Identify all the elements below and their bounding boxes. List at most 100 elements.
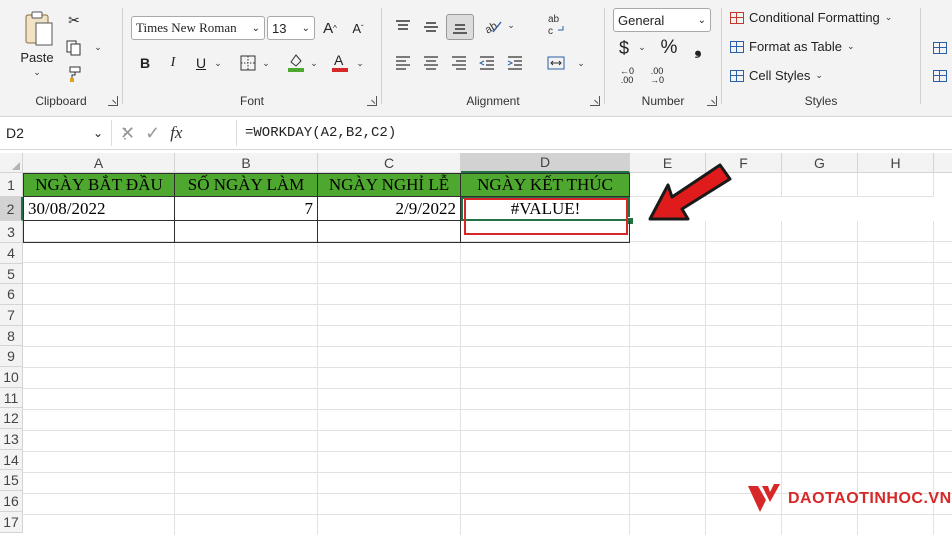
format-painter-icon[interactable] bbox=[64, 64, 84, 84]
delete-cells-icon[interactable] bbox=[930, 66, 950, 86]
number-format-value: General bbox=[618, 12, 665, 28]
align-bottom-icon[interactable] bbox=[446, 14, 474, 40]
decrease-font-size-icon[interactable]: Aˇ bbox=[347, 16, 369, 40]
underline-dropdown-icon[interactable]: ⌄ bbox=[213, 56, 223, 70]
column-header-a[interactable]: A bbox=[23, 153, 175, 173]
alignment-launcher-icon[interactable] bbox=[590, 96, 600, 106]
row-header-8[interactable]: 8 bbox=[0, 326, 23, 346]
fill-color-dropdown-icon[interactable]: ⌄ bbox=[309, 56, 319, 70]
row-header-5[interactable]: 5 bbox=[0, 264, 23, 284]
cell-c1[interactable]: NGÀY NGHỈ LỄ bbox=[318, 173, 461, 197]
currency-button[interactable]: $ bbox=[615, 36, 633, 60]
watermark-brand-text: DAOTAOTINHOC.VN bbox=[788, 490, 952, 507]
wrap-text-icon[interactable]: ab c bbox=[544, 10, 568, 40]
paste-icon[interactable] bbox=[20, 8, 56, 48]
conditional-formatting-button[interactable]: Conditional Formatting ⌄ bbox=[730, 10, 892, 25]
cut-icon[interactable]: ✂ bbox=[64, 10, 84, 30]
cell-styles-button[interactable]: Cell Styles ⌄ bbox=[730, 68, 823, 83]
row-header-2[interactable]: 2 bbox=[0, 197, 23, 221]
cell-a1[interactable]: NGÀY BẮT ĐẦU bbox=[23, 173, 175, 197]
formula-input[interactable]: =WORKDAY(A2,B2,C2) bbox=[236, 120, 952, 146]
font-launcher-icon[interactable] bbox=[367, 96, 377, 106]
row-header-17[interactable]: 17 bbox=[0, 512, 23, 533]
cell-g1[interactable] bbox=[782, 173, 858, 197]
name-box[interactable]: D2 ⌄ bbox=[0, 120, 112, 146]
font-size-value: 13 bbox=[272, 20, 287, 36]
column-header-d[interactable]: D bbox=[461, 153, 630, 173]
row-header-4[interactable]: 4 bbox=[0, 243, 23, 264]
align-middle-icon[interactable] bbox=[420, 16, 442, 38]
cell-c2[interactable]: 2/9/2022 bbox=[318, 197, 461, 221]
alignment-group-label: Alignment bbox=[466, 94, 520, 108]
column-header-h[interactable]: H bbox=[858, 153, 934, 173]
column-header-i[interactable] bbox=[934, 153, 952, 173]
bold-button[interactable]: B bbox=[135, 52, 155, 74]
cell-a3[interactable] bbox=[23, 221, 175, 243]
italic-button[interactable]: I bbox=[163, 52, 183, 74]
number-group: General ⌄ $ ⌄ % ❟ ←0 .00 .00 →0 Number bbox=[605, 0, 721, 112]
insert-function-button[interactable]: fx bbox=[170, 123, 182, 143]
column-header-b[interactable]: B bbox=[175, 153, 318, 173]
watermark-logo: DAOTAOTINHOC.VN bbox=[746, 479, 952, 519]
increase-indent-icon[interactable] bbox=[504, 52, 526, 74]
cell-a2[interactable]: 30/08/2022 bbox=[23, 197, 175, 221]
cell-c3[interactable] bbox=[318, 221, 461, 243]
underline-button[interactable]: U bbox=[191, 52, 211, 74]
select-all-button[interactable] bbox=[0, 153, 23, 173]
row-header-10[interactable]: 10 bbox=[0, 367, 23, 388]
orientation-icon[interactable]: ab bbox=[480, 14, 506, 38]
merge-dropdown-icon[interactable]: ⌄ bbox=[576, 56, 586, 70]
number-launcher-icon[interactable] bbox=[707, 96, 717, 106]
row-header-13[interactable]: 13 bbox=[0, 429, 23, 450]
row-header-16[interactable]: 16 bbox=[0, 491, 23, 512]
copy-dropdown-icon[interactable]: ⌄ bbox=[92, 40, 104, 54]
borders-icon[interactable] bbox=[237, 52, 259, 74]
cell-b3[interactable] bbox=[175, 221, 318, 243]
decrease-decimal-button[interactable]: .00 →0 bbox=[643, 64, 671, 88]
cell-d1[interactable]: NGÀY KẾT THÚC bbox=[461, 173, 630, 197]
error-highlight-box bbox=[464, 198, 628, 235]
merge-center-icon[interactable] bbox=[544, 52, 568, 74]
currency-dropdown-icon[interactable]: ⌄ bbox=[637, 40, 647, 54]
insert-cells-icon[interactable] bbox=[930, 38, 950, 58]
number-format-select[interactable]: General ⌄ bbox=[613, 8, 711, 32]
decrease-indent-icon[interactable] bbox=[476, 52, 498, 74]
row-header-14[interactable]: 14 bbox=[0, 450, 23, 470]
borders-dropdown-icon[interactable]: ⌄ bbox=[261, 56, 271, 70]
column-header-c[interactable]: C bbox=[318, 153, 461, 173]
align-top-icon[interactable] bbox=[392, 16, 414, 38]
align-center-icon[interactable] bbox=[420, 52, 442, 74]
increase-font-size-icon[interactable]: A ^ bbox=[319, 16, 341, 40]
increase-decimal-button[interactable]: ←0 .00 bbox=[613, 64, 641, 88]
align-right-icon[interactable] bbox=[448, 52, 470, 74]
paste-dropdown-icon[interactable]: ⌄ bbox=[30, 66, 44, 78]
font-color-icon[interactable]: A bbox=[329, 50, 351, 74]
paste-button[interactable]: Paste bbox=[14, 48, 60, 66]
cancel-icon[interactable]: ✕ bbox=[120, 123, 135, 144]
font-family-select[interactable]: Times New Roman ⌄ bbox=[131, 16, 265, 40]
row-header-1[interactable]: 1 bbox=[0, 173, 23, 197]
row-header-9[interactable]: 9 bbox=[0, 346, 23, 367]
chevron-down-icon: ⌄ bbox=[846, 41, 855, 51]
font-size-select[interactable]: 13 ⌄ bbox=[267, 16, 315, 40]
clipboard-launcher-icon[interactable] bbox=[108, 96, 118, 106]
cell-h1[interactable] bbox=[858, 173, 934, 197]
row-header-7[interactable]: 7 bbox=[0, 305, 23, 326]
cell-b1[interactable]: SỐ NGÀY LÀM bbox=[175, 173, 318, 197]
comma-style-button[interactable]: ❟ bbox=[689, 36, 707, 60]
column-header-g[interactable]: G bbox=[782, 153, 858, 173]
row-header-15[interactable]: 15 bbox=[0, 470, 23, 491]
cell-b2[interactable]: 7 bbox=[175, 197, 318, 221]
font-color-dropdown-icon[interactable]: ⌄ bbox=[355, 56, 365, 70]
align-left-icon[interactable] bbox=[392, 52, 414, 74]
format-as-table-button[interactable]: Format as Table ⌄ bbox=[730, 39, 855, 54]
row-header-3[interactable]: 3 bbox=[0, 221, 23, 243]
orientation-dropdown-icon[interactable]: ⌄ bbox=[506, 18, 516, 32]
row-header-12[interactable]: 12 bbox=[0, 408, 23, 429]
enter-icon[interactable]: ✓ bbox=[145, 123, 160, 144]
copy-icon[interactable] bbox=[64, 38, 84, 58]
percent-button[interactable]: % bbox=[657, 36, 681, 60]
row-header-11[interactable]: 11 bbox=[0, 388, 23, 408]
fill-color-icon[interactable] bbox=[285, 50, 307, 74]
row-header-6[interactable]: 6 bbox=[0, 284, 23, 305]
